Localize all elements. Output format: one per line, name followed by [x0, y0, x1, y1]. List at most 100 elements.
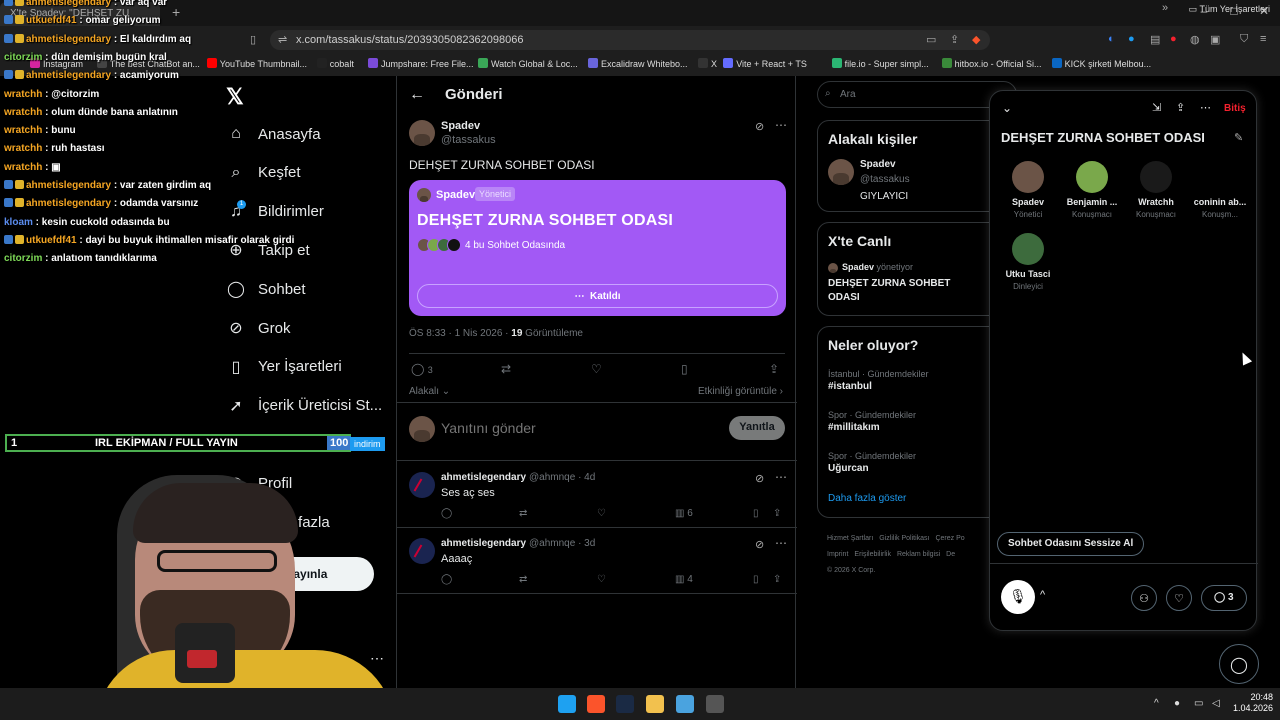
reaction-icon[interactable]: ♡: [1166, 585, 1192, 611]
edit-icon[interactable]: ✎: [1234, 131, 1243, 144]
footer-link[interactable]: Çerez Po: [935, 535, 964, 542]
reply-item[interactable]: ahmetislegendary @ahmnqe · 4d ⊘ ⋯ Ses aç ses…: [397, 464, 797, 528]
post-author-handle[interactable]: @tassakus: [441, 134, 496, 146]
footer-link[interactable]: De: [946, 551, 955, 558]
extension-icon[interactable]: ●: [1170, 33, 1177, 45]
nav-item-home[interactable]: ⌂ Anasayfa: [226, 118, 320, 150]
bookmark-item[interactable]: Excalidraw Whitebo...: [588, 58, 688, 69]
reply-avatar[interactable]: [409, 538, 435, 564]
nav-item-grok[interactable]: ⊘ Grok: [226, 312, 290, 344]
brave-browser-icon[interactable]: [587, 695, 605, 713]
joined-button[interactable]: ⋯ Katıldı: [417, 284, 778, 308]
minimize-space-icon[interactable]: ⇲: [1152, 101, 1161, 114]
repost-icon[interactable]: ⇄: [501, 362, 511, 376]
bookmark-item[interactable]: Vite + React + TS: [723, 58, 807, 69]
bookmark-item[interactable]: file.io - Super simpl...: [831, 58, 929, 69]
microphone-icon[interactable]: 🎙: [1001, 580, 1035, 614]
grok-icon[interactable]: ⊘: [755, 472, 764, 485]
footer-link[interactable]: © 2026 X Corp.: [827, 567, 875, 574]
bookmark-item[interactable]: Jumpshare: Free File...: [368, 58, 474, 69]
reply-author[interactable]: ahmetislegendary: [441, 472, 526, 483]
reply-action[interactable]: ◯ 3: [411, 362, 433, 376]
views-action[interactable]: ▥ 6: [675, 508, 693, 519]
repost-icon[interactable]: ⇄: [519, 574, 527, 585]
tray-mic-icon[interactable]: ●: [1174, 698, 1180, 709]
space-participant[interactable]: coninin ab... Konuşm...: [1187, 161, 1253, 231]
extension-icon[interactable]: ●: [1128, 33, 1135, 45]
mute-space-button[interactable]: Sohbet Odasını Sessize Al: [997, 532, 1145, 556]
view-activity-link[interactable]: Etkinliği görüntüle ›: [698, 386, 783, 397]
share-icon[interactable]: ⇪: [950, 33, 959, 46]
related-dropdown[interactable]: Alakalı ⌄: [409, 386, 450, 397]
share-icon[interactable]: ⇪: [773, 574, 781, 585]
share-space-icon[interactable]: ⇪: [1176, 101, 1185, 114]
end-space-button[interactable]: Bitiş: [1224, 103, 1246, 114]
bookmark-item[interactable]: KICK şirketi Melbou...: [1051, 58, 1151, 69]
all-bookmarks-folder[interactable]: ▭ Tüm Yer İşaretleri: [1189, 4, 1270, 15]
more-options-icon[interactable]: ⋯: [775, 118, 787, 132]
taskbar-clock[interactable]: 20:48 1.04.2026: [1233, 692, 1273, 714]
footer-link[interactable]: Reklam bilgisi: [897, 551, 940, 558]
author-avatar[interactable]: [409, 120, 435, 146]
nav-item-chat[interactable]: ◯ Sohbet: [226, 273, 306, 305]
file-explorer-icon[interactable]: [646, 695, 664, 713]
reply-button[interactable]: Yanıtla: [729, 416, 785, 440]
extension-icon[interactable]: ▣: [1210, 33, 1220, 46]
messages-fab-icon[interactable]: ◯: [1219, 644, 1259, 684]
footer-link[interactable]: Hizmet Şartları: [827, 535, 873, 542]
space-participant[interactable]: Utku Tasci Dinleyici: [995, 233, 1061, 303]
live-space-title[interactable]: DEHŞET ZURNA SOHBET ODASI: [828, 277, 978, 305]
footer-link[interactable]: Erişilebilirlik: [854, 551, 891, 558]
menu-icon[interactable]: ≡: [1260, 33, 1266, 45]
cast-icon[interactable]: ▭: [926, 33, 936, 46]
repost-icon[interactable]: ⇄: [519, 508, 527, 519]
footer-link[interactable]: Imprint: [827, 551, 848, 558]
reply-icon[interactable]: ◯: [441, 574, 452, 585]
grok-icon[interactable]: ⊘: [755, 538, 764, 551]
space-more-icon[interactable]: ⋯: [1200, 101, 1211, 114]
nav-item-explore[interactable]: ⌕ Keşfet: [226, 157, 301, 189]
windows-start-icon[interactable]: [558, 695, 576, 713]
trend-item[interactable]: Uğurcan: [828, 463, 869, 474]
show-more-link[interactable]: Daha fazla göster: [828, 493, 906, 504]
extension-icon[interactable]: ▤: [1150, 33, 1160, 46]
steam-icon[interactable]: [616, 695, 634, 713]
bookmark-item[interactable]: hitbox.io - Official Si...: [941, 58, 1041, 69]
related-avatar[interactable]: [828, 159, 854, 185]
search-input[interactable]: Ara: [817, 81, 1017, 108]
space-participant[interactable]: Benjamin ... Konuşmacı: [1059, 161, 1125, 231]
photos-icon[interactable]: [676, 695, 694, 713]
like-icon[interactable]: ♡: [597, 574, 606, 585]
nav-item-creator-studio[interactable]: ➚ İçerik Üreticisi St...: [226, 390, 382, 422]
trend-item[interactable]: #istanbul: [828, 381, 872, 392]
bookmark-item[interactable]: cobalt: [316, 58, 354, 69]
back-arrow-icon[interactable]: ←: [409, 86, 425, 104]
bookmark-icon[interactable]: ▯: [681, 362, 688, 376]
reply-icon[interactable]: ◯: [441, 508, 452, 519]
comments-button[interactable]: ◯ 3: [1201, 585, 1247, 611]
chevron-up-icon[interactable]: ^: [1040, 589, 1045, 601]
space-card[interactable]: Spadev Yönetici DEHŞET ZURNA SOHBET ODAS…: [409, 180, 786, 316]
extension-icon[interactable]: ◍: [1190, 33, 1200, 46]
reply-author[interactable]: ahmetislegendary: [441, 538, 526, 549]
brave-shield-icon[interactable]: ◆: [972, 33, 980, 46]
collapse-icon[interactable]: ⌄: [1002, 101, 1012, 115]
share-icon[interactable]: ⇪: [769, 362, 779, 376]
like-icon[interactable]: ♡: [597, 508, 606, 519]
extension-icon[interactable]: ◐: [1108, 33, 1115, 45]
grok-icon[interactable]: ⊘: [755, 120, 764, 133]
reply-avatar[interactable]: [409, 472, 435, 498]
related-name[interactable]: Spadev: [860, 159, 896, 170]
volume-icon[interactable]: ◁: [1212, 698, 1220, 709]
footer-link[interactable]: Gizlilik Politikası: [879, 535, 929, 542]
more-bookmarks-icon[interactable]: »: [1162, 2, 1168, 14]
reply-item[interactable]: ahmetislegendary @ahmnqe · 3d ⊘ ⋯ Aaaaç ◯ ⇄ ♡ ▥ …: [397, 530, 797, 594]
bookmark-item[interactable]: X: [698, 58, 717, 69]
space-participant[interactable]: Spadev Yönetici: [995, 161, 1061, 231]
bookmark-icon[interactable]: ▯: [753, 508, 759, 519]
shield-icon[interactable]: ⛉: [1240, 33, 1248, 46]
tray-chevron-icon[interactable]: ^: [1154, 698, 1159, 709]
more-options-icon[interactable]: ⋯: [775, 536, 787, 550]
people-icon[interactable]: ⚇: [1131, 585, 1157, 611]
more-options-icon[interactable]: ⋯: [775, 470, 787, 484]
